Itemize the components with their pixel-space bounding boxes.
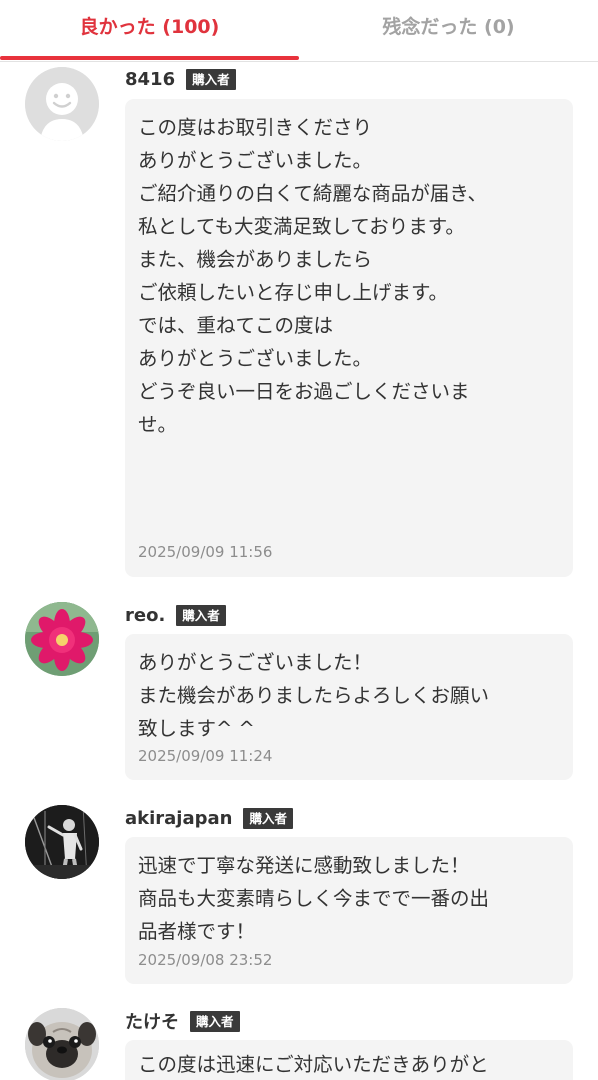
review-bubble: この度はお取引きくださり ありがとうございました。 ご紹介通りの白くて綺麗な商品…: [125, 99, 573, 577]
review-bubble: この度は迅速にご対応いただきありがと: [125, 1040, 573, 1080]
message-line: また、機会がありましたら: [138, 248, 373, 271]
performer-photo: [25, 805, 99, 879]
pink-flower-photo: [25, 602, 99, 676]
message-line: ありがとうございました。: [138, 347, 373, 370]
message-line: では、重ねてこの度は: [138, 314, 334, 337]
feedback-tabs: 良かった (100) 残念だった (0): [0, 0, 598, 62]
message-line: 迅速で丁寧な発送に感動致しました！: [138, 854, 470, 877]
message-line: ご紹介通りの白くて綺麗な商品が届き、: [138, 182, 488, 205]
buyer-badge: 購入者: [186, 68, 236, 90]
buyer-badge: 購入者: [176, 604, 226, 626]
avatar[interactable]: [25, 1008, 99, 1080]
buyer-badge: 購入者: [190, 1010, 240, 1032]
message-line: この度はお取引きくださり: [138, 116, 373, 139]
avatar[interactable]: [25, 805, 99, 879]
avatar[interactable]: [25, 602, 99, 676]
review-bubble: ありがとうございました！ また機会がありましたらよろしくお願い 致します^ ^ …: [125, 634, 573, 780]
reviewer-name[interactable]: reo.: [125, 605, 165, 626]
avatar[interactable]: [25, 67, 99, 141]
review-date: 2025/09/09 11:24: [138, 747, 273, 765]
reviewer-name[interactable]: 8416: [125, 69, 175, 90]
message-line: 商品も大変素晴らしく今までで一番の出: [138, 887, 490, 910]
buyer-badge: 購入者: [243, 807, 293, 829]
reviewer-name[interactable]: たけそ: [125, 1008, 179, 1034]
reviewer-name[interactable]: akirajapan: [125, 808, 232, 829]
message-line: この度は迅速にご対応いただきありがと: [138, 1053, 489, 1076]
message-line: 致します^ ^: [138, 717, 255, 740]
message-line: 私としても大変満足致しております。: [138, 215, 465, 238]
message-line: せ。: [138, 413, 178, 436]
review-message: ありがとうございました！ また機会がありましたらよろしくお願い 致します^ ^: [138, 646, 489, 745]
message-line: ありがとうございました。: [138, 149, 373, 172]
review-bubble: 迅速で丁寧な発送に感動致しました！ 商品も大変素晴らしく今までで一番の出 品者様…: [125, 837, 573, 984]
message-line: どうぞ良い一日をお過ごしくださいま: [138, 380, 470, 403]
tab-bad[interactable]: 残念だった (0): [299, 0, 598, 62]
review-date: 2025/09/09 11:56: [138, 543, 273, 561]
message-line: ありがとうございました！: [138, 651, 373, 674]
message-line: ご依頼したいと存じ申し上げます。: [138, 281, 449, 304]
message-line: また機会がありましたらよろしくお願い: [138, 684, 490, 707]
review-message: この度はお取引きくださり ありがとうございました。 ご紹介通りの白くて綺麗な商品…: [138, 111, 487, 441]
active-tab-indicator: [0, 56, 299, 60]
review-message: この度は迅速にご対応いただきありがと: [138, 1048, 489, 1080]
review-date: 2025/09/08 23:52: [138, 951, 273, 969]
default-person-icon: [25, 67, 99, 141]
tab-good[interactable]: 良かった (100): [0, 0, 299, 62]
message-line: 品者様です！: [138, 920, 256, 943]
pug-dog-photo: [25, 1008, 99, 1080]
review-message: 迅速で丁寧な発送に感動致しました！ 商品も大変素晴らしく今までで一番の出 品者様…: [138, 849, 489, 948]
